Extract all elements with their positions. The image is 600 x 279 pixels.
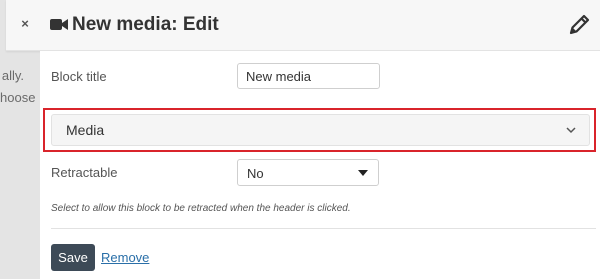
pencil-icon[interactable] xyxy=(566,12,592,38)
modal-header: × New media: Edit xyxy=(6,0,600,51)
media-section-label: Media xyxy=(66,122,105,138)
modal-body: Block title Media Retractable No Select … xyxy=(40,51,600,279)
background-text: ally. xyxy=(1,68,24,83)
block-title-input[interactable] xyxy=(237,63,380,89)
background-text: hoose xyxy=(0,90,36,105)
media-section-highlight: Media xyxy=(43,108,596,152)
retractable-selected-value: No xyxy=(247,166,264,181)
remove-link[interactable]: Remove xyxy=(101,250,149,265)
modal-title: New media: Edit xyxy=(72,14,219,35)
caret-down-icon xyxy=(358,170,368,176)
retractable-help-text: Select to allow this block to be retract… xyxy=(51,203,351,214)
close-button[interactable]: × xyxy=(18,17,32,31)
retractable-label: Retractable xyxy=(51,165,118,180)
video-camera-icon xyxy=(50,19,68,30)
divider xyxy=(51,228,596,229)
media-section-toggle[interactable]: Media xyxy=(51,114,590,146)
retractable-select[interactable]: No xyxy=(237,159,379,186)
block-title-label: Block title xyxy=(51,69,107,84)
save-button[interactable]: Save xyxy=(51,244,95,271)
chevron-down-icon xyxy=(566,127,576,134)
